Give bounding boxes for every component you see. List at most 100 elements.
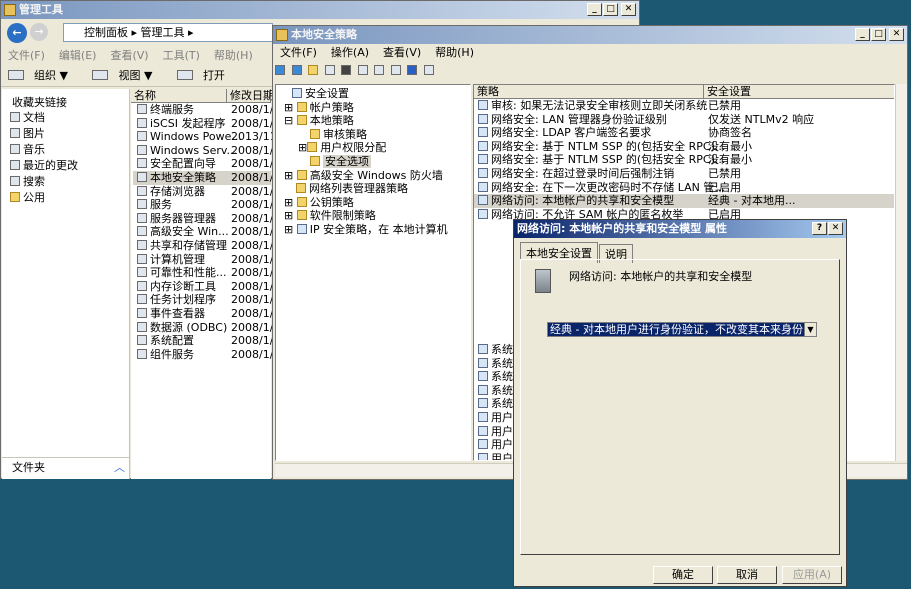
maximize-button[interactable]: □	[603, 3, 618, 16]
menu-file[interactable]: 文件(F)	[1, 47, 52, 65]
show-hide-tree-icon[interactable]	[324, 65, 335, 75]
export-icon[interactable]	[390, 65, 401, 75]
tree-firewall[interactable]: ⊞ 高级安全 Windows 防火墙	[276, 169, 470, 183]
tree-software-restriction[interactable]: ⊞ 软件限制策略	[276, 209, 470, 223]
dialog-close-button[interactable]: ✕	[828, 222, 843, 235]
admin-item[interactable]: 计算机管理 2008/1/1	[133, 253, 280, 267]
ok-button[interactable]: 确定	[653, 566, 713, 584]
policy-row[interactable]: 网络安全: 在下一次更改密码时不存储 LAN 管... 已启用	[474, 181, 894, 195]
admin-item[interactable]: 安全配置向导 2008/1/1	[133, 157, 280, 171]
chevron-down-icon[interactable]: ▼	[804, 323, 816, 336]
policy-row[interactable]: 网络安全: LDAP 客户端签名要求 协商签名	[474, 126, 894, 140]
admin-item[interactable]: Windows Serv... 2008/1/1	[133, 144, 280, 158]
policy-row[interactable]: 网络安全: LAN 管理器身份验证级别 仅发送 NTLMv2 响应	[474, 113, 894, 127]
admin-item[interactable]: 本地安全策略 2008/1/1	[133, 170, 280, 185]
fav-recent[interactable]: 最近的更改	[6, 159, 126, 175]
console-icon[interactable]	[423, 65, 434, 75]
secpol-maximize-button[interactable]: □	[871, 28, 886, 41]
address-bar[interactable]: 控制面板 ▸ 管理工具 ▸	[63, 23, 273, 42]
fav-search[interactable]: 搜索	[6, 175, 126, 191]
admin-item[interactable]: 存储浏览器 2008/1/1	[133, 185, 280, 199]
fav-pictures[interactable]: 图片	[6, 127, 126, 143]
forward-arrow-icon[interactable]	[291, 65, 302, 75]
expand-icon[interactable]: ⊞	[284, 169, 293, 182]
help-icon[interactable]	[407, 65, 417, 75]
fav-music[interactable]: 音乐	[6, 143, 126, 159]
admin-item[interactable]: 数据源 (ODBC) 2008/1/1	[133, 321, 280, 335]
admin-item[interactable]: 事件查看器 2008/1/1	[133, 307, 280, 321]
tree-ip-security[interactable]: ⊞ IP 安全策略，在 本地计算机	[276, 223, 470, 237]
admin-item[interactable]: 系统配置 2008/1/1	[133, 334, 280, 348]
dialog-titlebar[interactable]: 网络访问: 本地帐户的共享和安全模型 属性	[514, 220, 846, 238]
collapse-icon[interactable]: ⊟	[284, 114, 293, 127]
tree-account-policies[interactable]: ⊞ 帐户策略	[276, 101, 470, 115]
back-button[interactable]: ←	[7, 23, 27, 43]
forward-button[interactable]: →	[30, 23, 48, 41]
tree-audit-policy[interactable]: 审核策略	[276, 128, 470, 142]
admin-item[interactable]: iSCSI 发起程序 2008/1/1	[133, 117, 280, 131]
sharing-model-value: 经典 - 对本地用户进行身份验证，不改变其本来身份	[548, 323, 804, 336]
secpol-menu-help[interactable]: 帮助(H)	[428, 44, 481, 62]
refresh-icon[interactable]	[374, 65, 384, 75]
admin-item[interactable]: 终端服务 2008/1/1	[133, 103, 280, 117]
policy-vertical-scrollbar[interactable]	[895, 84, 907, 461]
expand-icon[interactable]: ⊞	[298, 141, 307, 154]
policy-row[interactable]: 网络安全: 在超过登录时间后强制注销 已禁用	[474, 167, 894, 181]
tree-security-options[interactable]: 安全选项	[276, 154, 470, 169]
admin-item[interactable]: 高级安全 Win... 2008/1/1	[133, 225, 280, 239]
policy-row[interactable]: 网络访问: 本地帐户的共享和安全模型 经典 - 对本地用...	[474, 194, 894, 208]
admin-item[interactable]: 服务 2008/1/1	[133, 198, 280, 212]
policy-row[interactable]: 网络安全: 基于 NTLM SSP 的(包括安全 RPC)... 没有最小	[474, 140, 894, 154]
admin-item[interactable]: 共享和存储管理 2008/1/1	[133, 239, 280, 253]
secpol-close-button[interactable]: ✕	[889, 28, 904, 41]
expand-icon[interactable]: ⊞	[284, 223, 293, 236]
open-button[interactable]: 打开	[170, 65, 239, 87]
expand-icon[interactable]: ⊞	[284, 101, 293, 114]
tree-security-settings[interactable]: 安全设置	[276, 87, 470, 101]
admin-item[interactable]: 可靠性和性能... 2008/1/1	[133, 266, 280, 280]
col-setting[interactable]: 安全设置	[704, 85, 894, 99]
col-name[interactable]: 名称	[131, 89, 227, 103]
secpol-menu-view[interactable]: 查看(V)	[376, 44, 428, 62]
apply-button[interactable]: 应用(A)	[782, 566, 842, 584]
admin-item[interactable]: Windows Powe... 2013/11/	[133, 130, 280, 144]
secpol-minimize-button[interactable]: _	[855, 28, 870, 41]
admin-tools-titlebar[interactable]: 管理工具	[1, 1, 639, 19]
cancel-button[interactable]: 取消	[717, 566, 777, 584]
secpol-menu-action[interactable]: 操作(A)	[324, 44, 376, 62]
admin-item[interactable]: 任务计划程序 2008/1/1	[133, 293, 280, 307]
properties-icon[interactable]	[357, 65, 368, 75]
admin-item[interactable]: 服务器管理器 2008/1/1	[133, 212, 280, 226]
dialog-help-button[interactable]: ?	[812, 222, 827, 235]
expand-icon[interactable]: ⊞	[284, 196, 293, 209]
col-policy[interactable]: 策略	[474, 85, 704, 99]
tree-network-list[interactable]: 网络列表管理器策略	[276, 182, 470, 196]
organize-button[interactable]: 组织 ▼	[1, 65, 82, 87]
sharing-model-select[interactable]: 经典 - 对本地用户进行身份验证，不改变其本来身份 ▼	[547, 322, 817, 337]
up-folder-icon[interactable]	[308, 65, 318, 75]
tree-local-policies[interactable]: ⊟ 本地策略	[276, 114, 470, 128]
policy-icon	[478, 425, 488, 436]
minimize-button[interactable]: _	[587, 3, 602, 16]
back-arrow-icon[interactable]	[275, 65, 285, 75]
menu-edit[interactable]: 编辑(E)	[52, 47, 104, 65]
admin-item[interactable]: 内存诊断工具 2008/1/1	[133, 280, 280, 294]
policy-row[interactable]: 网络安全: 基于 NTLM SSP 的(包括安全 RPC)... 没有最小	[474, 153, 894, 167]
delete-icon[interactable]	[341, 65, 351, 75]
expand-icon[interactable]: ⊞	[284, 209, 293, 222]
policy-row[interactable]: 审核: 如果无法记录安全审核则立即关闭系统 已禁用	[474, 99, 894, 113]
folders-bar[interactable]: 文件夹 ︿	[2, 457, 129, 477]
tree-public-key[interactable]: ⊞ 公钥策略	[276, 196, 470, 210]
admin-item[interactable]: 组件服务 2008/1/1	[133, 348, 280, 362]
secpol-menu-file[interactable]: 文件(F)	[273, 44, 324, 62]
views-button[interactable]: 视图 ▼	[85, 65, 166, 87]
fav-documents[interactable]: 文档	[6, 111, 126, 127]
menu-tools[interactable]: 工具(T)	[156, 47, 207, 65]
col-date[interactable]: 修改日期	[227, 89, 274, 103]
menu-help[interactable]: 帮助(H)	[207, 47, 260, 65]
close-button[interactable]: ✕	[621, 3, 636, 16]
fav-public[interactable]: 公用	[6, 191, 126, 207]
menu-view[interactable]: 查看(V)	[103, 47, 155, 65]
secpol-titlebar[interactable]: 本地安全策略	[273, 26, 907, 44]
tree-user-rights[interactable]: ⊞ 用户权限分配	[276, 141, 470, 155]
